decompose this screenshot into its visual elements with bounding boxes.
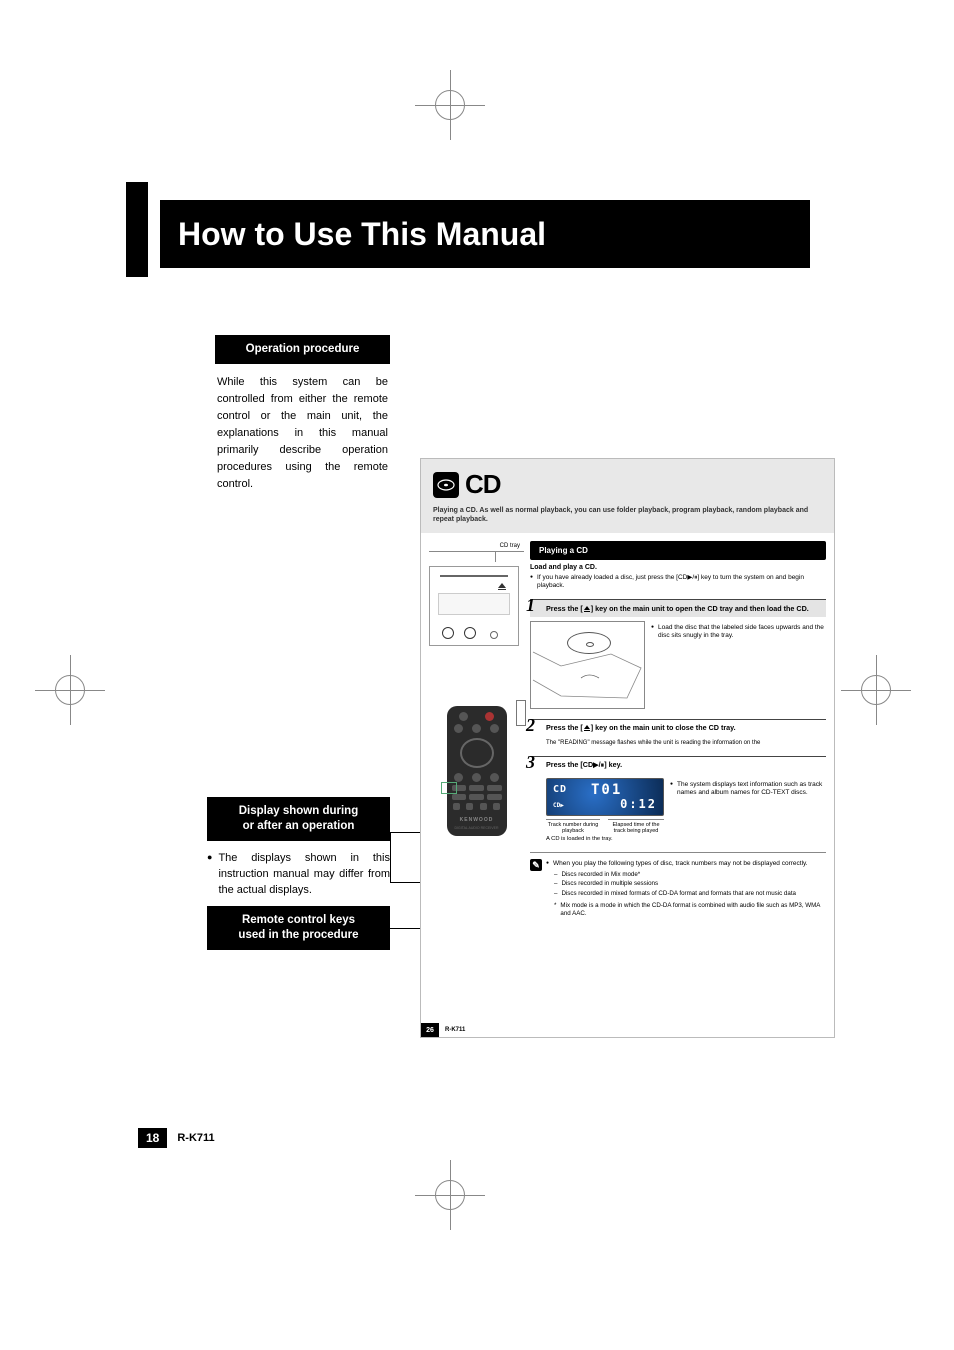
lcd-display: CD T01 CD▶ 0:12 [546, 778, 664, 816]
main-unit-illustration [429, 566, 519, 646]
embedded-sample-page: CD Playing a CD. As well as normal playb… [420, 458, 835, 1038]
eject-key-icon [498, 583, 506, 591]
callout-remote-heading: Remote control keys used in the procedur… [207, 906, 390, 950]
cd-tray-label: CD tray [429, 543, 520, 549]
callout-remote: Remote control keys used in the procedur… [207, 906, 390, 950]
callout-operation-body: While this system can be controlled from… [215, 374, 390, 493]
embedded-footer: 26 R-K711 [421, 1023, 834, 1037]
callout-display-bullet: ● The displays shown in this instruction… [207, 851, 390, 899]
embedded-title: CD [465, 469, 501, 500]
remote-highlight [441, 782, 457, 794]
callout-operation-heading: Operation procedure [215, 335, 390, 364]
page-number: 18 [138, 1128, 167, 1148]
page-title: How to Use This Manual [160, 200, 810, 268]
callout-operation: Operation procedure While this system ca… [215, 335, 390, 493]
load-cd-illustration [530, 621, 645, 709]
page-footer: 18 R-K711 [138, 1128, 215, 1148]
callout-display-heading: Display shown during or after an operati… [207, 797, 390, 841]
elapsed-time-label: Elapsed time of the track being played [608, 819, 664, 835]
playing-a-cd-heading: Playing a CD Load and play a CD. ●If you… [530, 541, 826, 591]
embedded-subtitle: Playing a CD. As well as normal playback… [433, 506, 822, 525]
callout-display: Display shown during or after an operati… [207, 797, 390, 899]
cd-icon [433, 472, 459, 498]
step-1: 1 Press the [] key on the main unit to o… [530, 599, 826, 617]
step-3: 3 Press the [CD▶/⏸] key. [530, 756, 826, 774]
lcd-caption: A CD is loaded in the tray. [546, 836, 664, 842]
remote-control-illustration: KENWOOD DIGITAL AUDIO RECEIVER [447, 706, 507, 836]
step-2: 2 Press the [] key on the main unit to c… [530, 719, 826, 736]
note-icon: ✎ [530, 859, 542, 871]
track-number-label: Track number during playback [546, 819, 600, 835]
page-model: R-K711 [177, 1132, 214, 1144]
